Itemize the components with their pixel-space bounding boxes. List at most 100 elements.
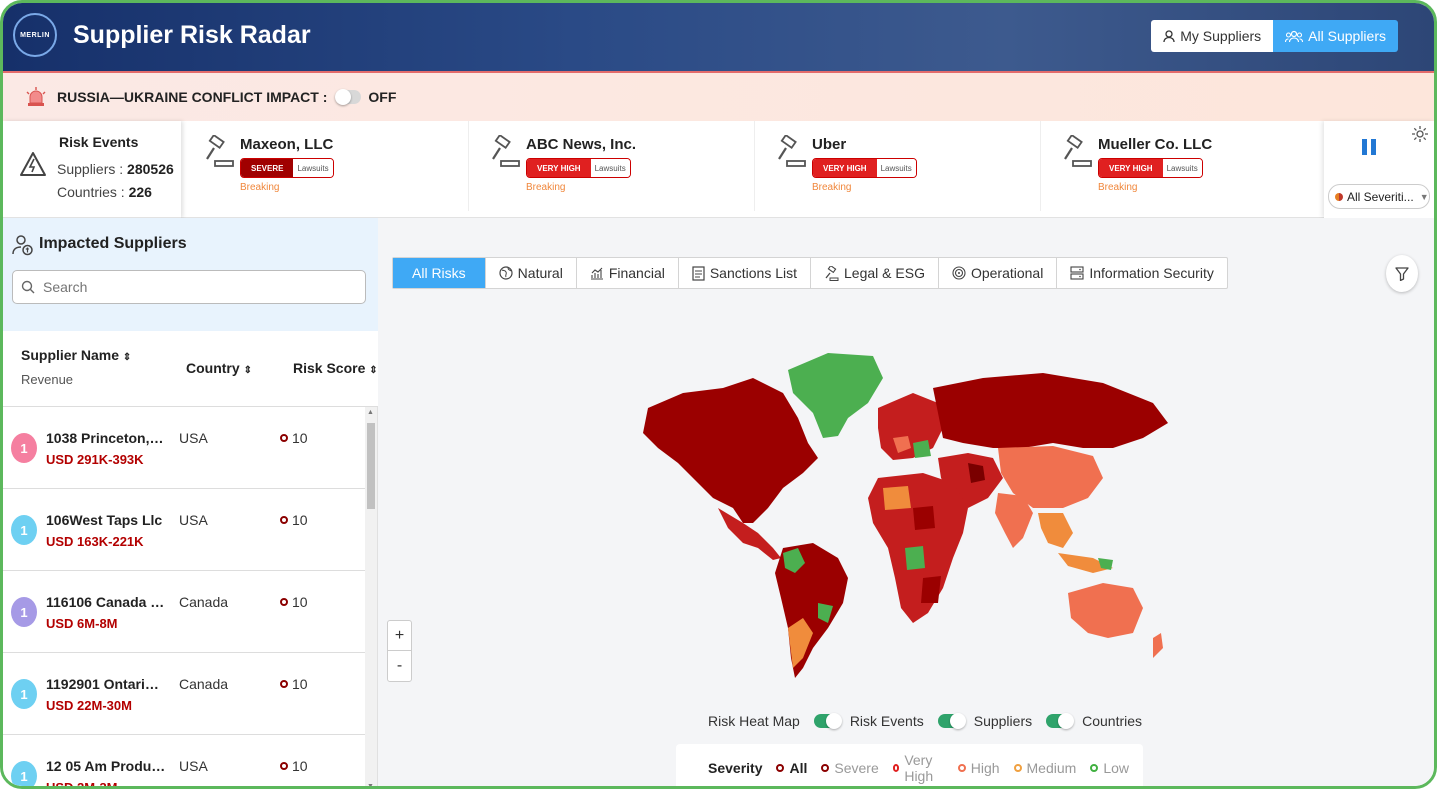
- severity-option-high[interactable]: High: [957, 760, 1000, 776]
- risk-score: 10: [280, 430, 308, 446]
- app-title: Supplier Risk Radar: [73, 21, 311, 49]
- conflict-impact-label: RUSSIA—UKRAINE CONFLICT IMPACT :: [57, 89, 328, 105]
- pause-icon: [1362, 139, 1367, 155]
- world-risk-map[interactable]: [623, 348, 1203, 688]
- breaking-label: Breaking: [526, 182, 566, 193]
- gear-icon[interactable]: [1411, 125, 1429, 143]
- conflict-impact-toggle[interactable]: [335, 89, 362, 105]
- breaking-label: Breaking: [240, 182, 280, 193]
- search-icon: [21, 280, 35, 294]
- server-icon: [1070, 266, 1084, 280]
- category-tag: Lawsuits: [876, 159, 916, 177]
- user-icon: [1163, 29, 1175, 42]
- sort-risk-score[interactable]: Risk Score ⇕: [293, 360, 378, 376]
- event-card[interactable]: ABC News, Inc. VERY HIGH Lawsuits Breaki…: [469, 121, 755, 211]
- layer-toggle-risk-events[interactable]: [937, 713, 966, 729]
- table-row[interactable]: 1 106West Taps Llc USD 163K-221K USA 10: [3, 489, 365, 571]
- conflict-impact-state: OFF: [368, 89, 397, 105]
- sort-supplier-name[interactable]: Supplier Name ⇕: [21, 347, 131, 363]
- layer-toggle-risk-heat-map[interactable]: [813, 713, 842, 729]
- suppliers-count: Suppliers : 280526: [57, 161, 174, 177]
- tab-natural[interactable]: Natural: [486, 258, 577, 288]
- rank-badge: 1: [11, 597, 37, 627]
- sort-country[interactable]: Country ⇕: [186, 360, 252, 376]
- severity-option-low[interactable]: Low: [1090, 760, 1129, 776]
- supplier-search: [12, 270, 366, 304]
- search-input[interactable]: [43, 279, 343, 295]
- event-supplier-name: Maxeon, LLC: [240, 136, 334, 153]
- zoom-out-button[interactable]: -: [388, 651, 411, 681]
- supplier-revenue: USD 6M-8M: [46, 616, 118, 631]
- panel-header: Impacted Suppliers: [3, 218, 378, 331]
- map-area: All Risks Natural Financial Sanctions Li…: [378, 218, 1434, 786]
- score-dot-icon: [280, 680, 288, 688]
- severity-filter-dropdown[interactable]: All Severiti... ▼: [1328, 184, 1430, 209]
- severity-option-medium[interactable]: Medium: [1013, 760, 1076, 776]
- rank-badge: 1: [11, 761, 37, 786]
- supplier-revenue: USD 2M-3M: [46, 780, 118, 789]
- scroll-up-icon[interactable]: ▲: [367, 409, 374, 416]
- table-row[interactable]: 1 1192901 Ontario ... USD 22M-30M Canada…: [3, 653, 365, 735]
- radio-icon: [957, 764, 966, 772]
- radio-icon: [892, 764, 900, 772]
- map-region: [878, 393, 943, 460]
- risk-score: 10: [280, 676, 308, 692]
- impacted-suppliers-panel: Impacted Suppliers Supplier Name ⇕ Reven…: [3, 218, 378, 789]
- supplier-country: USA: [179, 758, 208, 774]
- warning-icon: [20, 152, 46, 176]
- severity-dot-icon: [1335, 192, 1343, 201]
- severity-option-all[interactable]: All: [776, 760, 807, 776]
- radio-icon: [1013, 764, 1022, 772]
- app-frame: MERLIN Supplier Risk Radar My Suppliers …: [0, 0, 1437, 789]
- severity-option-severe[interactable]: Severe: [821, 760, 879, 776]
- risk-score: 10: [280, 594, 308, 610]
- tab-sanctions-list[interactable]: Sanctions List: [679, 258, 812, 288]
- scroll-thumb[interactable]: [367, 423, 375, 509]
- event-card[interactable]: Uber VERY HIGH Lawsuits Breaking: [755, 121, 1041, 211]
- supplier-name: 1038 Princeton, Llc: [46, 430, 166, 446]
- pause-button[interactable]: [1362, 139, 1376, 155]
- supplier-name: 106West Taps Llc: [46, 512, 163, 528]
- table-row[interactable]: 1 1038 Princeton, Llc USD 291K-393K USA …: [3, 407, 365, 489]
- event-supplier-name: Mueller Co. LLC: [1098, 136, 1213, 153]
- tab-all-risks[interactable]: All Risks: [393, 258, 486, 288]
- table-row[interactable]: 1 116106 Canada Inc USD 6M-8M Canada 10: [3, 571, 365, 653]
- panel-title: Impacted Suppliers: [39, 235, 187, 252]
- event-card[interactable]: Maxeon, LLC SEVERE Lawsuits Breaking: [183, 121, 469, 211]
- header: MERLIN Supplier Risk Radar My Suppliers …: [3, 3, 1434, 71]
- filter-icon: [1395, 266, 1409, 281]
- map-region: [921, 576, 941, 603]
- event-tags: VERY HIGH Lawsuits: [1098, 158, 1203, 178]
- category-tag: Lawsuits: [590, 159, 630, 177]
- tab-operational[interactable]: Operational: [939, 258, 1058, 288]
- score-dot-icon: [280, 516, 288, 524]
- layer-label: Risk Events: [849, 713, 924, 729]
- radio-icon: [1090, 764, 1099, 772]
- scroll-down-icon[interactable]: ▼: [367, 783, 374, 786]
- map-region: [905, 546, 925, 570]
- supplier-name: 116106 Canada Inc: [46, 594, 166, 610]
- conflict-banner: RUSSIA—UKRAINE CONFLICT IMPACT : OFF: [3, 71, 1434, 121]
- severity-option-very-high[interactable]: Very High: [892, 752, 944, 784]
- my-suppliers-button[interactable]: My Suppliers: [1151, 20, 1274, 52]
- risk-score: 10: [280, 512, 308, 528]
- filter-button[interactable]: [1386, 255, 1418, 292]
- list-scrollbar[interactable]: ▲ ▼: [365, 407, 377, 786]
- tab-legal-esg[interactable]: Legal & ESG: [811, 258, 939, 288]
- table-row[interactable]: 1 12 05 Am Product... USD 2M-3M USA 10: [3, 735, 365, 789]
- breaking-label: Breaking: [1098, 182, 1138, 193]
- gavel-icon: [825, 265, 839, 281]
- severity-tag: SEVERE: [241, 159, 294, 177]
- supplier-country: Canada: [179, 594, 229, 610]
- siren-icon: [23, 84, 49, 110]
- event-card[interactable]: Mueller Co. LLC VERY HIGH Lawsuits Break…: [1041, 121, 1325, 211]
- supplier-country: Canada: [179, 676, 229, 692]
- zoom-in-button[interactable]: +: [388, 621, 411, 651]
- all-suppliers-button[interactable]: All Suppliers: [1273, 20, 1398, 52]
- merlin-logo[interactable]: MERLIN: [13, 13, 57, 57]
- layer-toggle-suppliers[interactable]: [1046, 713, 1075, 729]
- supplier-name: 12 05 Am Product...: [46, 758, 166, 774]
- countries-count: Countries : 226: [57, 184, 152, 200]
- tab-information-security[interactable]: Information Security: [1057, 258, 1227, 288]
- tab-financial[interactable]: Financial: [577, 258, 679, 288]
